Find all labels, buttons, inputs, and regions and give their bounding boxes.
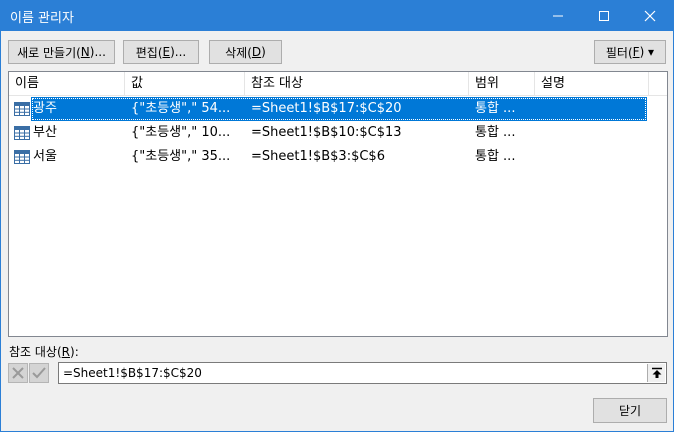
table-range-icon	[14, 150, 30, 164]
row-refers-to: =Sheet1!$B$17:$C$20	[251, 101, 402, 116]
column-header-comment[interactable]: 설명	[535, 72, 649, 96]
row-refers-to: =Sheet1!$B$3:$C$6	[251, 149, 385, 164]
refers-to-accesskey: R	[61, 345, 71, 359]
table-row[interactable]: 서울 {"초등생"," 35... =Sheet1!$B$3:$C$6 통합 .…	[9, 145, 649, 169]
arrow-up-icon	[651, 367, 662, 378]
maximize-icon	[599, 11, 609, 21]
table-row[interactable]: 부산 {"초등생"," 10... =Sheet1!$B$10:$C$13 통합…	[9, 121, 649, 145]
row-scope: 통합 ...	[475, 149, 516, 164]
filter-label: 필터(	[605, 45, 633, 60]
close-icon	[644, 10, 656, 22]
filter-suffix: ) ▾	[639, 45, 655, 59]
row-name: 부산	[33, 125, 57, 140]
new-name-label: 새로 만들기(	[17, 45, 81, 60]
column-header-value[interactable]: 값	[125, 72, 245, 96]
list-header: 이름 값 참조 대상 범위 설명	[9, 72, 667, 96]
filter-accesskey: F	[632, 45, 640, 59]
delete-button[interactable]: 삭제(D)	[209, 40, 282, 64]
close-window-button[interactable]	[627, 1, 673, 31]
edit-button[interactable]: 편집(E)...	[123, 40, 199, 64]
column-header-scope[interactable]: 범위	[469, 72, 535, 96]
row-comment	[541, 121, 641, 145]
refers-to-label: 참조 대상(R):	[9, 343, 79, 360]
commit-edit-button[interactable]	[29, 363, 49, 383]
row-comment	[541, 97, 641, 121]
row-name: 광주	[33, 101, 57, 116]
new-name-button[interactable]: 새로 만들기(N)...	[8, 40, 115, 64]
collapse-dialog-button[interactable]	[647, 364, 665, 382]
x-mark-icon	[12, 367, 24, 379]
delete-accesskey: D	[251, 45, 262, 59]
table-range-icon	[14, 102, 30, 116]
refers-to-label-text: 참조 대상(	[9, 345, 62, 359]
row-refers-to: =Sheet1!$B$10:$C$13	[251, 125, 402, 140]
close-button[interactable]: 닫기	[593, 398, 667, 423]
table-row[interactable]: 광주 {"초등생"," 54... =Sheet1!$B$17:$C$20 통합…	[9, 97, 649, 121]
row-scope: 통합 ...	[475, 101, 516, 116]
row-comment	[541, 145, 641, 169]
row-name: 서울	[33, 149, 57, 164]
refers-to-label-suffix: ):	[70, 345, 79, 359]
edit-suffix: )...	[170, 45, 187, 59]
column-header-name[interactable]: 이름	[9, 72, 125, 96]
row-value: {"초등생"," 10...	[131, 125, 231, 140]
refers-to-value: =Sheet1!$B$17:$C$20	[63, 366, 202, 380]
row-scope: 통합 ...	[475, 125, 516, 140]
minimize-icon	[553, 15, 563, 17]
minimize-button[interactable]	[535, 1, 581, 31]
check-mark-icon	[32, 367, 46, 379]
column-header-refers-to[interactable]: 참조 대상	[245, 72, 469, 96]
title-bar[interactable]: 이름 관리자	[1, 1, 673, 31]
names-list[interactable]: 이름 값 참조 대상 범위 설명 광주 {"초등생"," 54... =Shee…	[8, 71, 668, 337]
row-value: {"초등생"," 54...	[131, 101, 231, 116]
refers-to-input[interactable]: =Sheet1!$B$17:$C$20	[58, 362, 667, 384]
new-name-suffix: )...	[89, 45, 106, 59]
delete-suffix: )	[261, 45, 266, 59]
window-title: 이름 관리자	[10, 11, 74, 26]
row-value: {"초등생"," 35...	[131, 149, 231, 164]
name-manager-dialog: 이름 관리자 새로 만들기(N)... 편집(E)... 삭제(D) 필터(F)…	[0, 0, 674, 432]
cancel-edit-button[interactable]	[8, 363, 28, 383]
filter-button[interactable]: 필터(F) ▾	[594, 40, 666, 64]
table-range-icon	[14, 126, 30, 140]
new-name-accesskey: N	[80, 45, 90, 59]
edit-accesskey: E	[162, 45, 171, 59]
delete-label: 삭제(	[225, 45, 252, 60]
edit-label: 편집(	[135, 45, 163, 60]
maximize-button[interactable]	[581, 1, 627, 31]
